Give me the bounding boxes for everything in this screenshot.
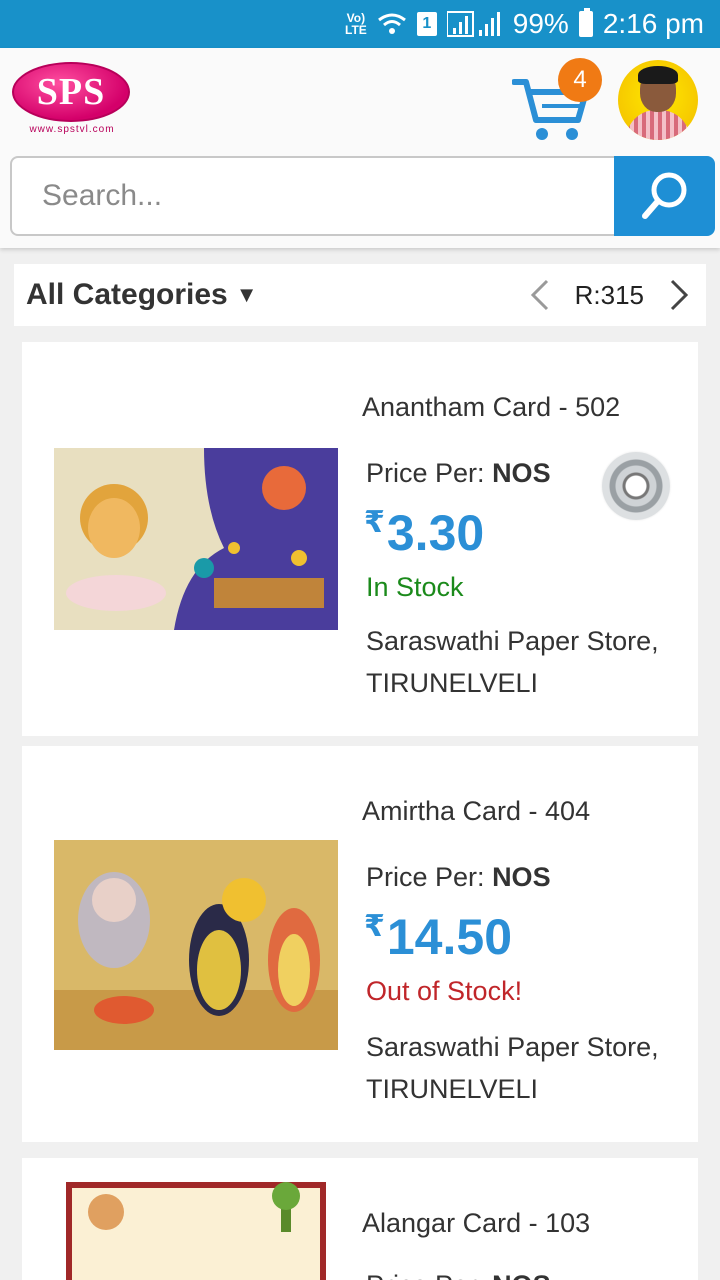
previous-page-icon[interactable] bbox=[527, 277, 553, 313]
store-label: Saraswathi Paper Store, bbox=[366, 626, 659, 656]
product-title[interactable]: Anantham Card - 502 bbox=[362, 392, 620, 423]
category-label: All Categories bbox=[26, 278, 228, 311]
volte-indicator: Vo) LTE bbox=[345, 11, 367, 37]
pager: R:315 bbox=[527, 264, 692, 326]
store-name: Saraswathi Paper Store, TIRUNELVELI bbox=[366, 1026, 686, 1110]
battery-percent: 99% bbox=[512, 8, 569, 39]
product-card[interactable]: Anantham Card - 502 Price Per: NOS ₹3.30… bbox=[22, 342, 698, 736]
product-price: ₹14.50 bbox=[364, 908, 512, 966]
category-bar: All Categories ▼ R:315 bbox=[14, 264, 706, 326]
currency-symbol: ₹ bbox=[364, 910, 385, 943]
wifi-icon bbox=[377, 12, 407, 36]
price-unit: NOS bbox=[492, 1270, 551, 1280]
status-bar: Vo) LTE 1 99% 2:16 pm bbox=[0, 0, 720, 48]
price-per: Price Per: NOS bbox=[366, 458, 551, 489]
cart-button[interactable]: 4 bbox=[511, 58, 602, 144]
search-icon bbox=[641, 172, 686, 219]
product-card[interactable]: Alangar Card - 103 Price Per: NOS bbox=[22, 1158, 698, 1280]
price-per: Price Per: NOS bbox=[366, 862, 551, 893]
price-per-label: Price Per: bbox=[366, 862, 485, 892]
store-name: Saraswathi Paper Store, TIRUNELVELI bbox=[366, 620, 686, 704]
logo-badge: SPS bbox=[12, 62, 130, 122]
sim-icon: 1 bbox=[416, 12, 437, 36]
price-unit: NOS bbox=[492, 862, 551, 892]
user-avatar[interactable] bbox=[618, 60, 698, 140]
stock-status: In Stock bbox=[366, 572, 464, 602]
product-image[interactable] bbox=[54, 448, 338, 630]
price-per: Price Per: NOS bbox=[366, 1270, 551, 1280]
results-count: R:315 bbox=[574, 279, 644, 310]
dropdown-arrow-icon: ▼ bbox=[235, 282, 258, 307]
battery-icon bbox=[578, 8, 593, 37]
product-image[interactable] bbox=[54, 840, 338, 1050]
category-dropdown[interactable]: All Categories ▼ bbox=[14, 278, 258, 312]
product-info: Amirtha Card - 404 Price Per: NOS ₹14.50… bbox=[362, 746, 692, 1142]
currency-symbol: ₹ bbox=[364, 506, 385, 539]
price-per-label: Price Per: bbox=[366, 1270, 485, 1280]
price-value: 3.30 bbox=[386, 505, 485, 561]
product-image[interactable] bbox=[66, 1182, 326, 1280]
price-unit: NOS bbox=[492, 458, 551, 488]
product-info: Anantham Card - 502 Price Per: NOS ₹3.30… bbox=[362, 342, 692, 736]
search-input[interactable]: Search... bbox=[10, 156, 616, 236]
stock-status: Out of Stock! bbox=[366, 976, 523, 1006]
store-label: Saraswathi Paper Store, bbox=[366, 1032, 659, 1062]
product-info: Alangar Card - 103 Price Per: NOS bbox=[362, 1158, 692, 1280]
logo-url: www.spstvl.com bbox=[29, 124, 115, 135]
product-title[interactable]: Alangar Card - 103 bbox=[362, 1208, 590, 1239]
search-button[interactable] bbox=[614, 156, 715, 236]
signal-icon bbox=[446, 10, 503, 38]
price-per-label: Price Per: bbox=[366, 458, 485, 488]
sps-logo[interactable]: SPS www.spstvl.com bbox=[12, 62, 132, 142]
next-page-icon[interactable] bbox=[666, 277, 692, 313]
store-city: TIRUNELVELI bbox=[366, 1074, 539, 1104]
app-header: SPS www.spstvl.com 4 Search... bbox=[0, 48, 720, 248]
product-price: ₹3.30 bbox=[364, 504, 484, 562]
store-city: TIRUNELVELI bbox=[366, 668, 539, 698]
price-value: 14.50 bbox=[386, 909, 512, 965]
product-title[interactable]: Amirtha Card - 404 bbox=[362, 796, 590, 827]
cart-count-badge: 4 bbox=[558, 58, 602, 102]
loading-spinner-icon bbox=[602, 452, 670, 520]
clock: 2:16 pm bbox=[602, 8, 704, 39]
product-card[interactable]: Amirtha Card - 404 Price Per: NOS ₹14.50… bbox=[22, 746, 698, 1142]
